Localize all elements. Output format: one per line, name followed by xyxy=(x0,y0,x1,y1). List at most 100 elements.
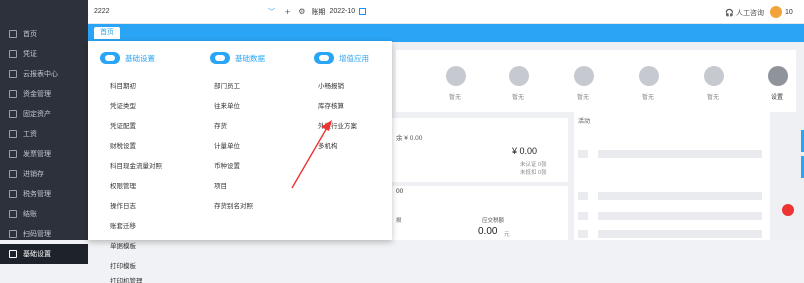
tax-payable-value: 0.00 xyxy=(478,226,498,237)
menu-item[interactable]: 单据模板 xyxy=(110,237,162,257)
sidebar-item-settings[interactable]: 基础设置 xyxy=(0,244,88,264)
sidebar-item-scan[interactable]: 扫码管理 xyxy=(0,224,88,244)
menu-column-basic-data: 部门员工 往来单位 存货 计量单位 币种设置 项目 存货别名对照 xyxy=(214,77,253,217)
amount-value: ¥ 0.00 xyxy=(512,146,538,156)
annotation-arrow xyxy=(291,120,332,189)
scan-icon xyxy=(9,230,17,238)
invoice-card: 余 ¥ 0.00 ¥ 0.00 未认证 0张 未抵扣 0张 xyxy=(392,118,568,182)
gear-icon xyxy=(9,250,17,258)
hundreds-text: 00 xyxy=(396,188,404,195)
menu-item[interactable]: 存货别名对照 xyxy=(214,197,253,217)
balance-text: 余 ¥ 0.00 xyxy=(396,135,423,142)
arrow-head xyxy=(321,120,332,131)
chevron-down-icon[interactable]: ﹀ xyxy=(268,7,275,17)
empty-label: 暂无 xyxy=(642,95,655,101)
activity-card: 活动 xyxy=(574,112,770,240)
sidebar-item-home[interactable]: 首页 xyxy=(0,24,88,44)
menu-item[interactable]: 凭证类型 xyxy=(110,97,162,117)
menu-column-basic-settings: 科目期初 凭证类型 凭证配置 财税设置 科目现金流量对照 权限管理 操作日志 账… xyxy=(110,77,162,283)
settings-label: 设置 xyxy=(771,95,784,101)
menu-item[interactable]: 科目期初 xyxy=(110,77,162,97)
user-label: 10 xyxy=(785,8,793,16)
support-link[interactable]: 🎧 人工咨询 xyxy=(725,8,764,18)
menu-item[interactable]: 库存核算 xyxy=(318,97,357,117)
inventory-icon xyxy=(9,170,17,178)
placeholder-bar xyxy=(598,150,762,158)
placeholder-bar xyxy=(578,192,588,200)
tax-payable-unit: 元 xyxy=(504,232,510,238)
placeholder-icon[interactable] xyxy=(704,66,724,86)
sidebar-item-funds[interactable]: 资金管理 xyxy=(0,84,88,104)
help-button[interactable] xyxy=(782,204,794,216)
unsigned-count: 未抵扣 0张 xyxy=(520,170,547,176)
menu-item[interactable]: 部门员工 xyxy=(214,77,253,97)
tax-card: 00 损 应交税额 0.00 元 xyxy=(392,186,568,240)
tax-icon xyxy=(9,190,17,198)
menu-item[interactable]: 账套迁移 xyxy=(110,217,162,237)
menu-item[interactable]: 权限管理 xyxy=(110,177,162,197)
settings-icon[interactable] xyxy=(768,66,788,86)
menu-item[interactable]: 打印模板 xyxy=(110,257,162,277)
settings-logo-icon xyxy=(100,52,120,64)
sidebar-item-payroll[interactable]: 工资 xyxy=(0,124,88,144)
sidebar-item-label: 基础设置 xyxy=(23,251,51,258)
calendar-icon[interactable] xyxy=(359,8,367,15)
tab-home[interactable]: 首页 xyxy=(94,27,120,39)
company-selector[interactable]: 2222 xyxy=(88,8,268,15)
placeholder-icon[interactable] xyxy=(509,66,529,86)
menu-item[interactable]: 币种设置 xyxy=(214,157,253,177)
menu-item[interactable]: 打印机管理 xyxy=(110,277,162,283)
sidebar-item-assets[interactable]: 固定资产 xyxy=(0,104,88,124)
sidebar-item-label: 凭证 xyxy=(23,51,37,58)
menu-header-value-added: 增值应用 xyxy=(314,48,369,68)
sidebar-item-invoices[interactable]: 发票管理 xyxy=(0,144,88,164)
closing-icon xyxy=(9,210,17,218)
menu-header-basic-settings: 基础设置 xyxy=(100,48,155,68)
menu-item[interactable]: 操作日志 xyxy=(110,197,162,217)
arrow-line xyxy=(291,125,329,189)
gear-icon[interactable]: ⚙ xyxy=(298,7,305,16)
menu-item[interactable]: 计量单位 xyxy=(214,137,253,157)
money-icon xyxy=(9,90,17,98)
plus-icon[interactable]: + xyxy=(285,7,290,17)
menu-col3-title: 增值应用 xyxy=(339,53,369,63)
placeholder-icon[interactable] xyxy=(639,66,659,86)
bottom-left-label: 损 xyxy=(396,218,402,224)
placeholder-bar xyxy=(578,230,588,238)
sidebar-item-tax[interactable]: 税务管理 xyxy=(0,184,88,204)
home-icon xyxy=(9,30,17,38)
menu-item[interactable]: 往来单位 xyxy=(214,97,253,117)
menu-item[interactable]: 项目 xyxy=(214,177,253,197)
sidebar-item-label: 扫码管理 xyxy=(23,231,51,238)
sidebar-item-inventory[interactable]: 进销存 xyxy=(0,164,88,184)
voucher-icon xyxy=(9,50,17,58)
empty-label: 暂无 xyxy=(449,95,462,101)
sidebar-item-label: 税务管理 xyxy=(23,191,51,198)
asset-icon xyxy=(9,110,17,118)
placeholder-icon[interactable] xyxy=(574,66,594,86)
period-value[interactable]: 2022-10 xyxy=(329,8,355,15)
menu-item[interactable]: 小畅报销 xyxy=(318,77,357,97)
sidebar-item-label: 首页 xyxy=(23,31,37,38)
payroll-icon xyxy=(9,130,17,138)
menu-col1-title: 基础设置 xyxy=(125,53,155,63)
tab-bar: 首页 xyxy=(88,24,804,42)
placeholder-icon[interactable] xyxy=(446,66,466,86)
menu-item[interactable]: 财税设置 xyxy=(110,137,162,157)
menu-item[interactable]: 凭证配置 xyxy=(110,117,162,137)
sidebar-item-label: 进销存 xyxy=(23,171,44,178)
sidebar-item-voucher[interactable]: 凭证 xyxy=(0,44,88,64)
sidebar-item-label: 固定资产 xyxy=(23,111,51,118)
user-avatar[interactable]: 10 xyxy=(770,4,804,20)
sidebar: 首页 凭证 云报表中心 资金管理 固定资产 工资 发票管理 进销存 税务管理 结… xyxy=(0,0,88,264)
empty-label: 暂无 xyxy=(577,95,590,101)
support-label: 人工咨询 xyxy=(736,10,764,17)
menu-item[interactable]: 科目现金流量对照 xyxy=(110,157,162,177)
empty-label: 暂无 xyxy=(512,95,525,101)
sidebar-item-closing[interactable]: 结账 xyxy=(0,204,88,224)
menu-item[interactable]: 存货 xyxy=(214,117,253,137)
sidebar-item-label: 云报表中心 xyxy=(23,71,58,78)
empty-label: 暂无 xyxy=(707,95,720,101)
top-bar: 2222 ﹀ + ⚙ 账期 2022-10 🎧 人工咨询 10 xyxy=(88,0,804,24)
sidebar-item-reports[interactable]: 云报表中心 xyxy=(0,64,88,84)
